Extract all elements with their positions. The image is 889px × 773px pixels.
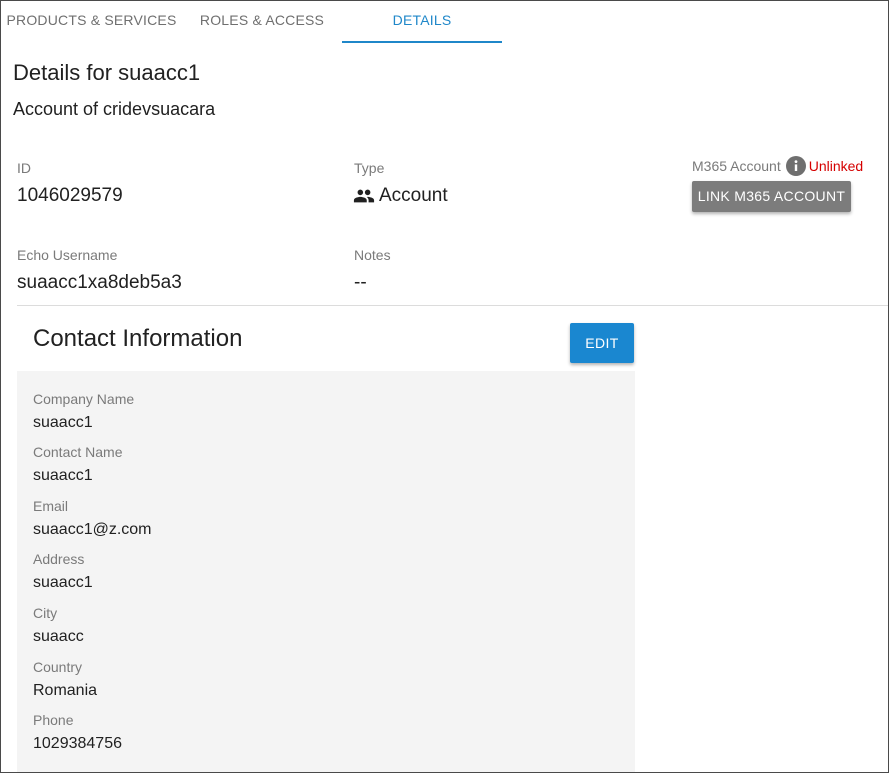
id-value: 1046029579 bbox=[17, 185, 123, 206]
edit-button[interactable]: EDIT bbox=[570, 323, 634, 363]
notes-label: Notes bbox=[354, 247, 391, 263]
contact-name-label: Contact Name bbox=[33, 444, 123, 460]
people-icon bbox=[353, 189, 375, 203]
tab-bar: PRODUCTS & SERVICES ROLES & ACCESS DETAI… bbox=[1, 1, 888, 45]
contact-information-title: Contact Information bbox=[33, 325, 243, 352]
city-value: suaacc bbox=[33, 628, 84, 645]
address-label: Address bbox=[33, 551, 85, 567]
tab-roles-access[interactable]: ROLES & ACCESS bbox=[182, 1, 342, 43]
echo-username-value: suaacc1xa8deb5a3 bbox=[17, 272, 182, 293]
link-m365-account-button[interactable]: LINK M365 ACCOUNT bbox=[692, 181, 851, 212]
type-value: Account bbox=[353, 185, 448, 207]
m365-status-row: M365 Account Unlinked bbox=[692, 156, 863, 176]
country-label: Country bbox=[33, 659, 83, 675]
m365-status-badge: Unlinked bbox=[808, 158, 864, 174]
details-page: PRODUCTS & SERVICES ROLES & ACCESS DETAI… bbox=[0, 0, 889, 773]
tab-details[interactable]: DETAILS bbox=[342, 1, 502, 43]
contact-name-value: suaacc1 bbox=[33, 467, 93, 484]
info-icon[interactable] bbox=[785, 156, 806, 176]
echo-username-label: Echo Username bbox=[17, 247, 118, 263]
page-title: Details for suaacc1 bbox=[13, 60, 201, 85]
company-name-value: suaacc1 bbox=[33, 414, 93, 431]
notes-value: -- bbox=[354, 272, 367, 293]
section-divider bbox=[17, 305, 888, 306]
tab-products-services[interactable]: PRODUCTS & SERVICES bbox=[1, 1, 182, 43]
type-label: Type bbox=[354, 160, 385, 176]
city-label: City bbox=[33, 605, 58, 621]
type-value-text: Account bbox=[379, 185, 448, 206]
id-label: ID bbox=[17, 160, 31, 176]
m365-label: M365 Account bbox=[692, 158, 781, 174]
address-value: suaacc1 bbox=[33, 574, 93, 591]
email-value: suaacc1@z.com bbox=[33, 521, 152, 538]
company-name-label: Company Name bbox=[33, 391, 135, 407]
phone-value: 1029384756 bbox=[33, 735, 122, 752]
phone-label: Phone bbox=[33, 712, 74, 728]
email-label: Email bbox=[33, 498, 69, 514]
contact-information-panel: Company Name suaacc1 Contact Name suaacc… bbox=[17, 371, 635, 772]
page-subtitle: Account of cridevsuacara bbox=[13, 99, 216, 119]
country-value: Romania bbox=[33, 682, 98, 699]
